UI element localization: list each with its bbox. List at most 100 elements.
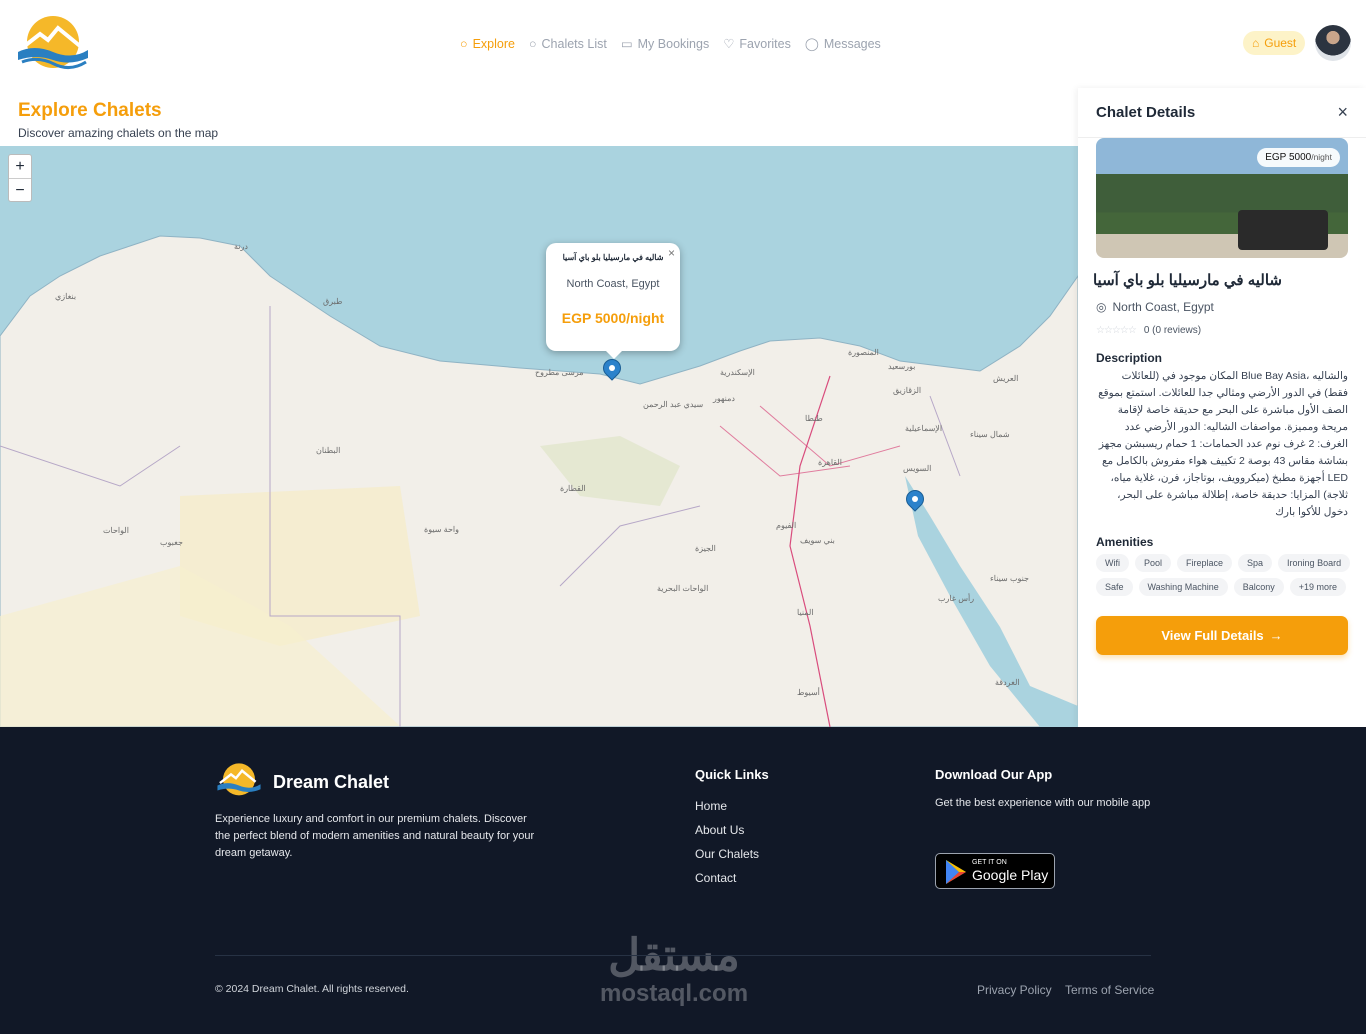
location-pin-icon: ◎	[1096, 300, 1107, 314]
footer-link-home[interactable]: Home	[695, 799, 727, 813]
map-label: جنوب سيناء	[990, 574, 1029, 583]
map-label: البطنان	[316, 446, 341, 455]
amenity-chip: Washing Machine	[1138, 578, 1228, 596]
user-avatar[interactable]	[1315, 25, 1351, 61]
footer-link-contact[interactable]: Contact	[695, 871, 736, 885]
map-label: العريش	[993, 374, 1019, 383]
footer-brand: Dream Chalet	[273, 772, 390, 792]
footer-logo	[217, 763, 261, 796]
popup-price: EGP 5000/night	[561, 310, 665, 326]
chalet-details-panel: Chalet Details × EGP 5000/night شاليه في…	[1078, 88, 1366, 727]
amenity-chip: Safe	[1096, 578, 1133, 596]
page-subtitle: Discover amazing chalets on the map	[18, 126, 219, 140]
chalet-description: والشاليه ،Blue Bay Asia المكان موجود في …	[1098, 370, 1348, 518]
map-label: الفيوم	[776, 521, 797, 530]
page-title: Explore Chalets	[18, 100, 162, 121]
map-label: أسيوط	[797, 688, 820, 697]
mostaql-watermark: مستقل mostaql.com	[600, 931, 749, 1008]
nav-my-bookings[interactable]: ▭ My Bookings	[620, 36, 709, 52]
map-label: بني سويف	[800, 536, 835, 545]
map-label: مرسى مطروح	[535, 368, 584, 377]
map[interactable]: + − الإسكندرية القاهرة مرسى مطروح سيدي ع…	[0, 146, 1078, 727]
map-label: المنيا	[797, 608, 814, 617]
arrow-right-icon: →	[1269, 628, 1283, 643]
description-heading: Description	[1096, 351, 1163, 365]
map-label: المنصورة	[848, 348, 879, 357]
amenity-chip: Spa	[1238, 554, 1273, 572]
map-label: الواحات البحرية	[657, 584, 709, 593]
heart-icon: ♡	[723, 37, 735, 51]
nav-explore[interactable]: ○ Explore	[460, 36, 515, 51]
home-icon: ⌂	[1252, 36, 1260, 50]
chalet-title: شاليه في مارسيليا بلو باي آسيا	[1092, 272, 1282, 289]
download-app-heading: Download Our App	[935, 767, 1053, 782]
amenity-chip: Balcony	[1233, 578, 1284, 596]
map-label: شمال سيناء	[970, 430, 1010, 439]
amenity-chip: Fireplace	[1177, 554, 1233, 572]
map-label: واحة سيوة	[424, 525, 459, 534]
zoom-out-button[interactable]: −	[9, 178, 31, 201]
dream-chalet-logo[interactable]	[14, 14, 92, 72]
footer-link-chalets[interactable]: Our Chalets	[695, 847, 759, 861]
copyright: © 2024 Dream Chalet. All rights reserved…	[215, 983, 409, 995]
map-label: طبرق	[323, 297, 343, 306]
search-icon: ○	[528, 36, 537, 51]
map-label: القاهرة	[818, 458, 842, 467]
google-play-button[interactable]: GET IT ON Google Play	[935, 853, 1055, 889]
amenities-list: Wifi Pool Fireplace Spa Ironing Board Sa…	[1096, 554, 1356, 596]
view-full-details-button[interactable]: View Full Details →	[1096, 616, 1348, 655]
map-popup: × شاليه في مارسيليا بلو باي آسيا North C…	[546, 243, 680, 359]
map-label: جغبوب	[160, 538, 183, 547]
main-nav: ○ Explore ○ Chalets List ▭ My Bookings ♡ Fav…	[460, 36, 881, 52]
popup-title: شاليه في مارسيليا بلو باي آسيا	[562, 253, 664, 262]
terms-link[interactable]: Terms of Service	[1065, 983, 1154, 997]
photo-furniture	[1238, 210, 1328, 250]
map-label: الإسماعيلية	[905, 424, 943, 433]
map-label: بنغازي	[55, 292, 77, 301]
footer-description: Experience luxury and comfort in our pre…	[215, 813, 535, 859]
privacy-policy-link[interactable]: Privacy Policy	[977, 983, 1052, 997]
close-panel-button[interactable]: ×	[1337, 102, 1348, 123]
guest-badge[interactable]: ⌂ Guest	[1243, 31, 1306, 55]
popup-close-button[interactable]: ×	[668, 246, 675, 260]
popup-location: North Coast, Egypt	[566, 278, 660, 290]
star-rating-icon: ☆☆☆☆☆	[1096, 325, 1137, 336]
map-label: دمنهور	[713, 394, 735, 403]
chat-icon: ◯	[804, 37, 819, 51]
footer-link-about[interactable]: About Us	[695, 823, 744, 837]
map-label: السويس	[903, 464, 932, 473]
map-label: درنة	[234, 242, 248, 251]
panel-header: Chalet Details ×	[1078, 88, 1366, 138]
page-header: Explore Chalets Discover amazing chalets…	[18, 100, 218, 140]
map-label: سيدي عبد الرحمن	[643, 400, 704, 409]
map-label: رأس غارب	[938, 594, 975, 603]
panel-title: Chalet Details	[1096, 104, 1196, 121]
nav-chalets-list[interactable]: ○ Chalets List	[529, 36, 607, 51]
price-badge: EGP 5000/night	[1257, 148, 1340, 167]
nav-messages[interactable]: ◯ Messages	[804, 36, 881, 52]
map-label: القطارة	[560, 484, 586, 493]
top-nav: ○ Explore ○ Chalets List ▭ My Bookings ♡ Fav…	[0, 0, 1366, 88]
calendar-icon: ▭	[620, 37, 633, 51]
chalet-photo[interactable]: EGP 5000/night	[1096, 138, 1348, 258]
nav-favorites[interactable]: ♡ Favorites	[723, 36, 791, 52]
map-label: الزقازيق	[893, 386, 922, 395]
amenity-chip: Ironing Board	[1278, 554, 1351, 572]
search-icon: ○	[460, 36, 468, 51]
map-label: الإسكندرية	[720, 368, 755, 377]
footer-divider	[215, 955, 1151, 956]
footer: Dream Chalet Experience luxury and comfo…	[0, 727, 1366, 1034]
more-amenities-chip[interactable]: +19 more	[1289, 578, 1347, 596]
quick-links-heading: Quick Links	[695, 767, 769, 782]
download-app-text: Get the best experience with our mobile …	[935, 797, 1151, 809]
amenities-heading: Amenities	[1096, 535, 1154, 549]
chalet-rating: ☆☆☆☆☆ 0 (0 reviews)	[1096, 325, 1202, 336]
zoom-in-button[interactable]: +	[9, 155, 31, 178]
map-label: الواحات	[103, 526, 129, 535]
map-base	[0, 235, 1078, 727]
amenity-chip: Wifi	[1096, 554, 1129, 572]
map-label: بورسعيد	[888, 362, 916, 371]
zoom-control: + −	[8, 154, 32, 202]
map-label: الغردقة	[995, 678, 1020, 687]
map-label: الجيزة	[695, 544, 716, 553]
